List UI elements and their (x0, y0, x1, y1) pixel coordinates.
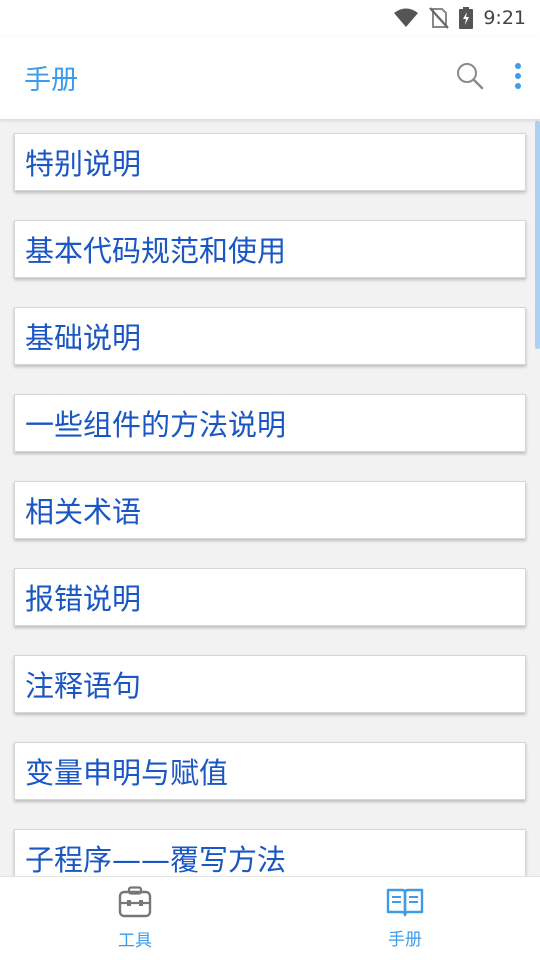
bottom-nav: 工具 手册 (0, 876, 540, 960)
list-item-label: 变量申明与赋值 (25, 756, 229, 790)
search-button[interactable] (456, 62, 484, 94)
list-item[interactable]: 基础说明 (14, 307, 526, 365)
list-item-label: 基础说明 (25, 321, 142, 355)
list-item-label: 相关术语 (25, 495, 142, 529)
list-item[interactable]: 注释语句 (14, 655, 526, 713)
list-item[interactable]: 基本代码规范和使用 (14, 220, 526, 278)
wifi-icon (393, 8, 419, 28)
list-item[interactable]: 特别说明 (14, 133, 526, 191)
nav-tab-tools[interactable]: 工具 (0, 877, 270, 960)
nav-label-manual: 手册 (388, 930, 422, 950)
search-icon (456, 62, 484, 94)
list-item-label: 注释语句 (25, 669, 142, 703)
list-item-label: 特别说明 (25, 147, 142, 181)
list-item[interactable]: 子程序——覆写方法 (14, 829, 526, 876)
app-bar: 手册 (0, 36, 540, 120)
list-item-label: 一些组件的方法说明 (25, 408, 287, 442)
list-item-label: 报错说明 (25, 582, 142, 616)
nav-label-tools: 工具 (118, 931, 152, 951)
status-time: 9:21 (483, 7, 526, 29)
more-options-button[interactable] (514, 62, 522, 94)
list-item-label: 子程序——覆写方法 (25, 843, 287, 876)
list-item[interactable]: 一些组件的方法说明 (14, 394, 526, 452)
no-sim-icon (429, 7, 450, 29)
more-vertical-icon (514, 62, 522, 94)
list-item-label: 基本代码规范和使用 (25, 234, 287, 268)
list-item[interactable]: 报错说明 (14, 568, 526, 626)
book-icon (386, 887, 424, 921)
list-item[interactable]: 相关术语 (14, 481, 526, 539)
nav-tab-manual[interactable]: 手册 (270, 877, 540, 960)
status-bar: 9:21 (0, 0, 540, 36)
scrollbar[interactable] (535, 121, 540, 349)
battery-charging-icon (459, 7, 474, 29)
page-title: 手册 (24, 65, 78, 96)
manual-list-area[interactable]: 特别说明 基本代码规范和使用 基础说明 一些组件的方法说明 相关术语 报错说明 … (0, 121, 540, 876)
manual-list: 特别说明 基本代码规范和使用 基础说明 一些组件的方法说明 相关术语 报错说明 … (0, 121, 540, 876)
toolbox-icon (118, 886, 152, 922)
list-item[interactable]: 变量申明与赋值 (14, 742, 526, 800)
